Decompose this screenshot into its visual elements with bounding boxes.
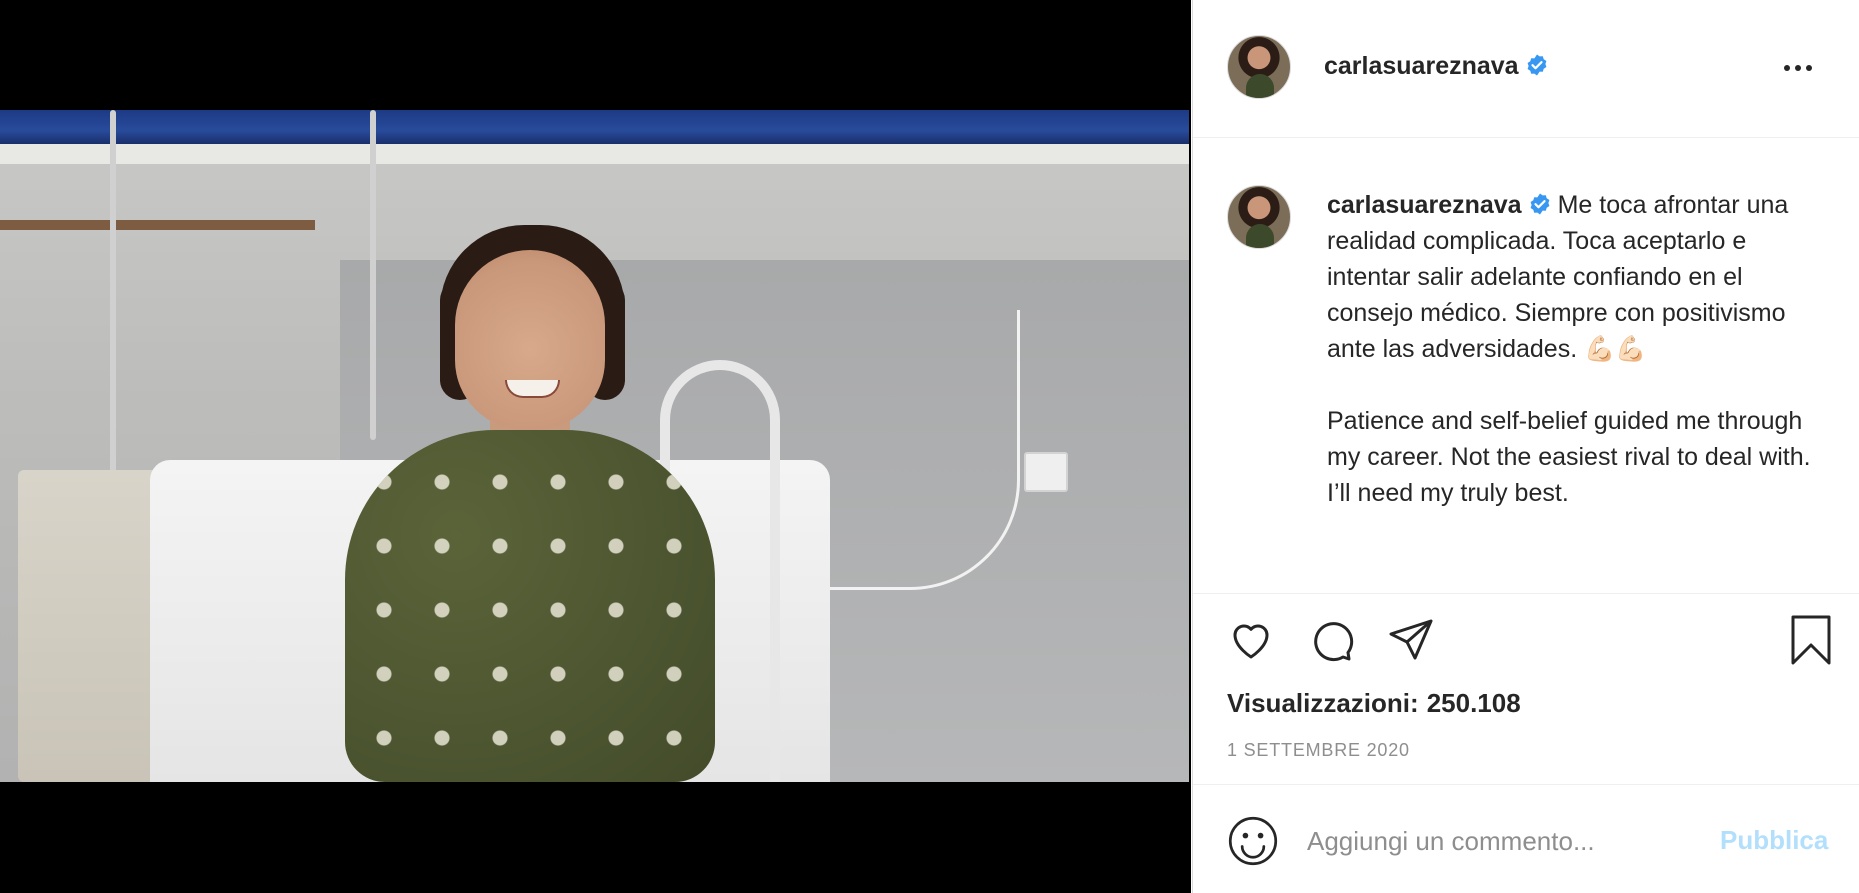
video-scene-person-head: [455, 250, 605, 430]
post-panel: carlasuareznava carlasuareznava Me toca …: [1192, 0, 1859, 893]
avatar[interactable]: [1227, 35, 1291, 99]
username-link[interactable]: carlasuareznava: [1324, 52, 1519, 80]
comment-input[interactable]: [1307, 815, 1707, 867]
caption-username[interactable]: carlasuareznava: [1327, 191, 1522, 219]
verified-badge-icon: [1530, 193, 1549, 215]
video-scene-pole: [370, 110, 376, 440]
video-scene-person-body: [345, 430, 715, 782]
post-video[interactable]: [0, 110, 1189, 782]
views-value: 250.108: [1426, 688, 1521, 718]
post-caption: carlasuareznava Me toca afrontar una rea…: [1327, 187, 1827, 511]
video-scene-wall-stripe: [0, 110, 1189, 144]
more-dot: [1806, 65, 1812, 71]
post-header: carlasuareznava: [1193, 0, 1859, 138]
caption-text: Me toca afrontar una realidad complicada…: [1327, 191, 1811, 507]
post-author[interactable]: carlasuareznava: [1324, 52, 1549, 81]
bookmark-icon: [1791, 615, 1831, 665]
post-date[interactable]: 1 settembre 2020: [1227, 740, 1410, 761]
more-options-icon[interactable]: [1778, 56, 1818, 80]
video-scene-socket: [1024, 452, 1068, 492]
comment-button[interactable]: [1303, 612, 1359, 668]
comments-section: carlasuareznava Me toca afrontar una rea…: [1193, 139, 1859, 594]
share-button[interactable]: [1383, 612, 1439, 668]
more-dot: [1795, 65, 1801, 71]
post-actions: [1193, 612, 1859, 682]
video-scene-wall-rail: [0, 144, 1189, 164]
like-button[interactable]: [1223, 612, 1279, 668]
avatar[interactable]: [1227, 185, 1291, 249]
views-label: Visualizzazioni:: [1227, 688, 1419, 718]
heart-icon: [1233, 624, 1269, 659]
verified-badge-icon: [1527, 54, 1546, 76]
post-comment-button[interactable]: Pubblica: [1720, 825, 1828, 856]
comment-icon: [1314, 622, 1354, 662]
smiley-icon[interactable]: [1227, 815, 1279, 867]
views-count[interactable]: Visualizzazioni: 250.108: [1227, 688, 1521, 719]
more-dot: [1784, 65, 1790, 71]
post-media: [0, 0, 1191, 893]
add-comment-bar: Pubblica: [1193, 784, 1859, 893]
video-scene-cable: [800, 310, 1020, 590]
video-scene-shelf: [0, 220, 315, 230]
save-button[interactable]: [1783, 612, 1839, 668]
paper-plane-icon: [1389, 619, 1433, 660]
